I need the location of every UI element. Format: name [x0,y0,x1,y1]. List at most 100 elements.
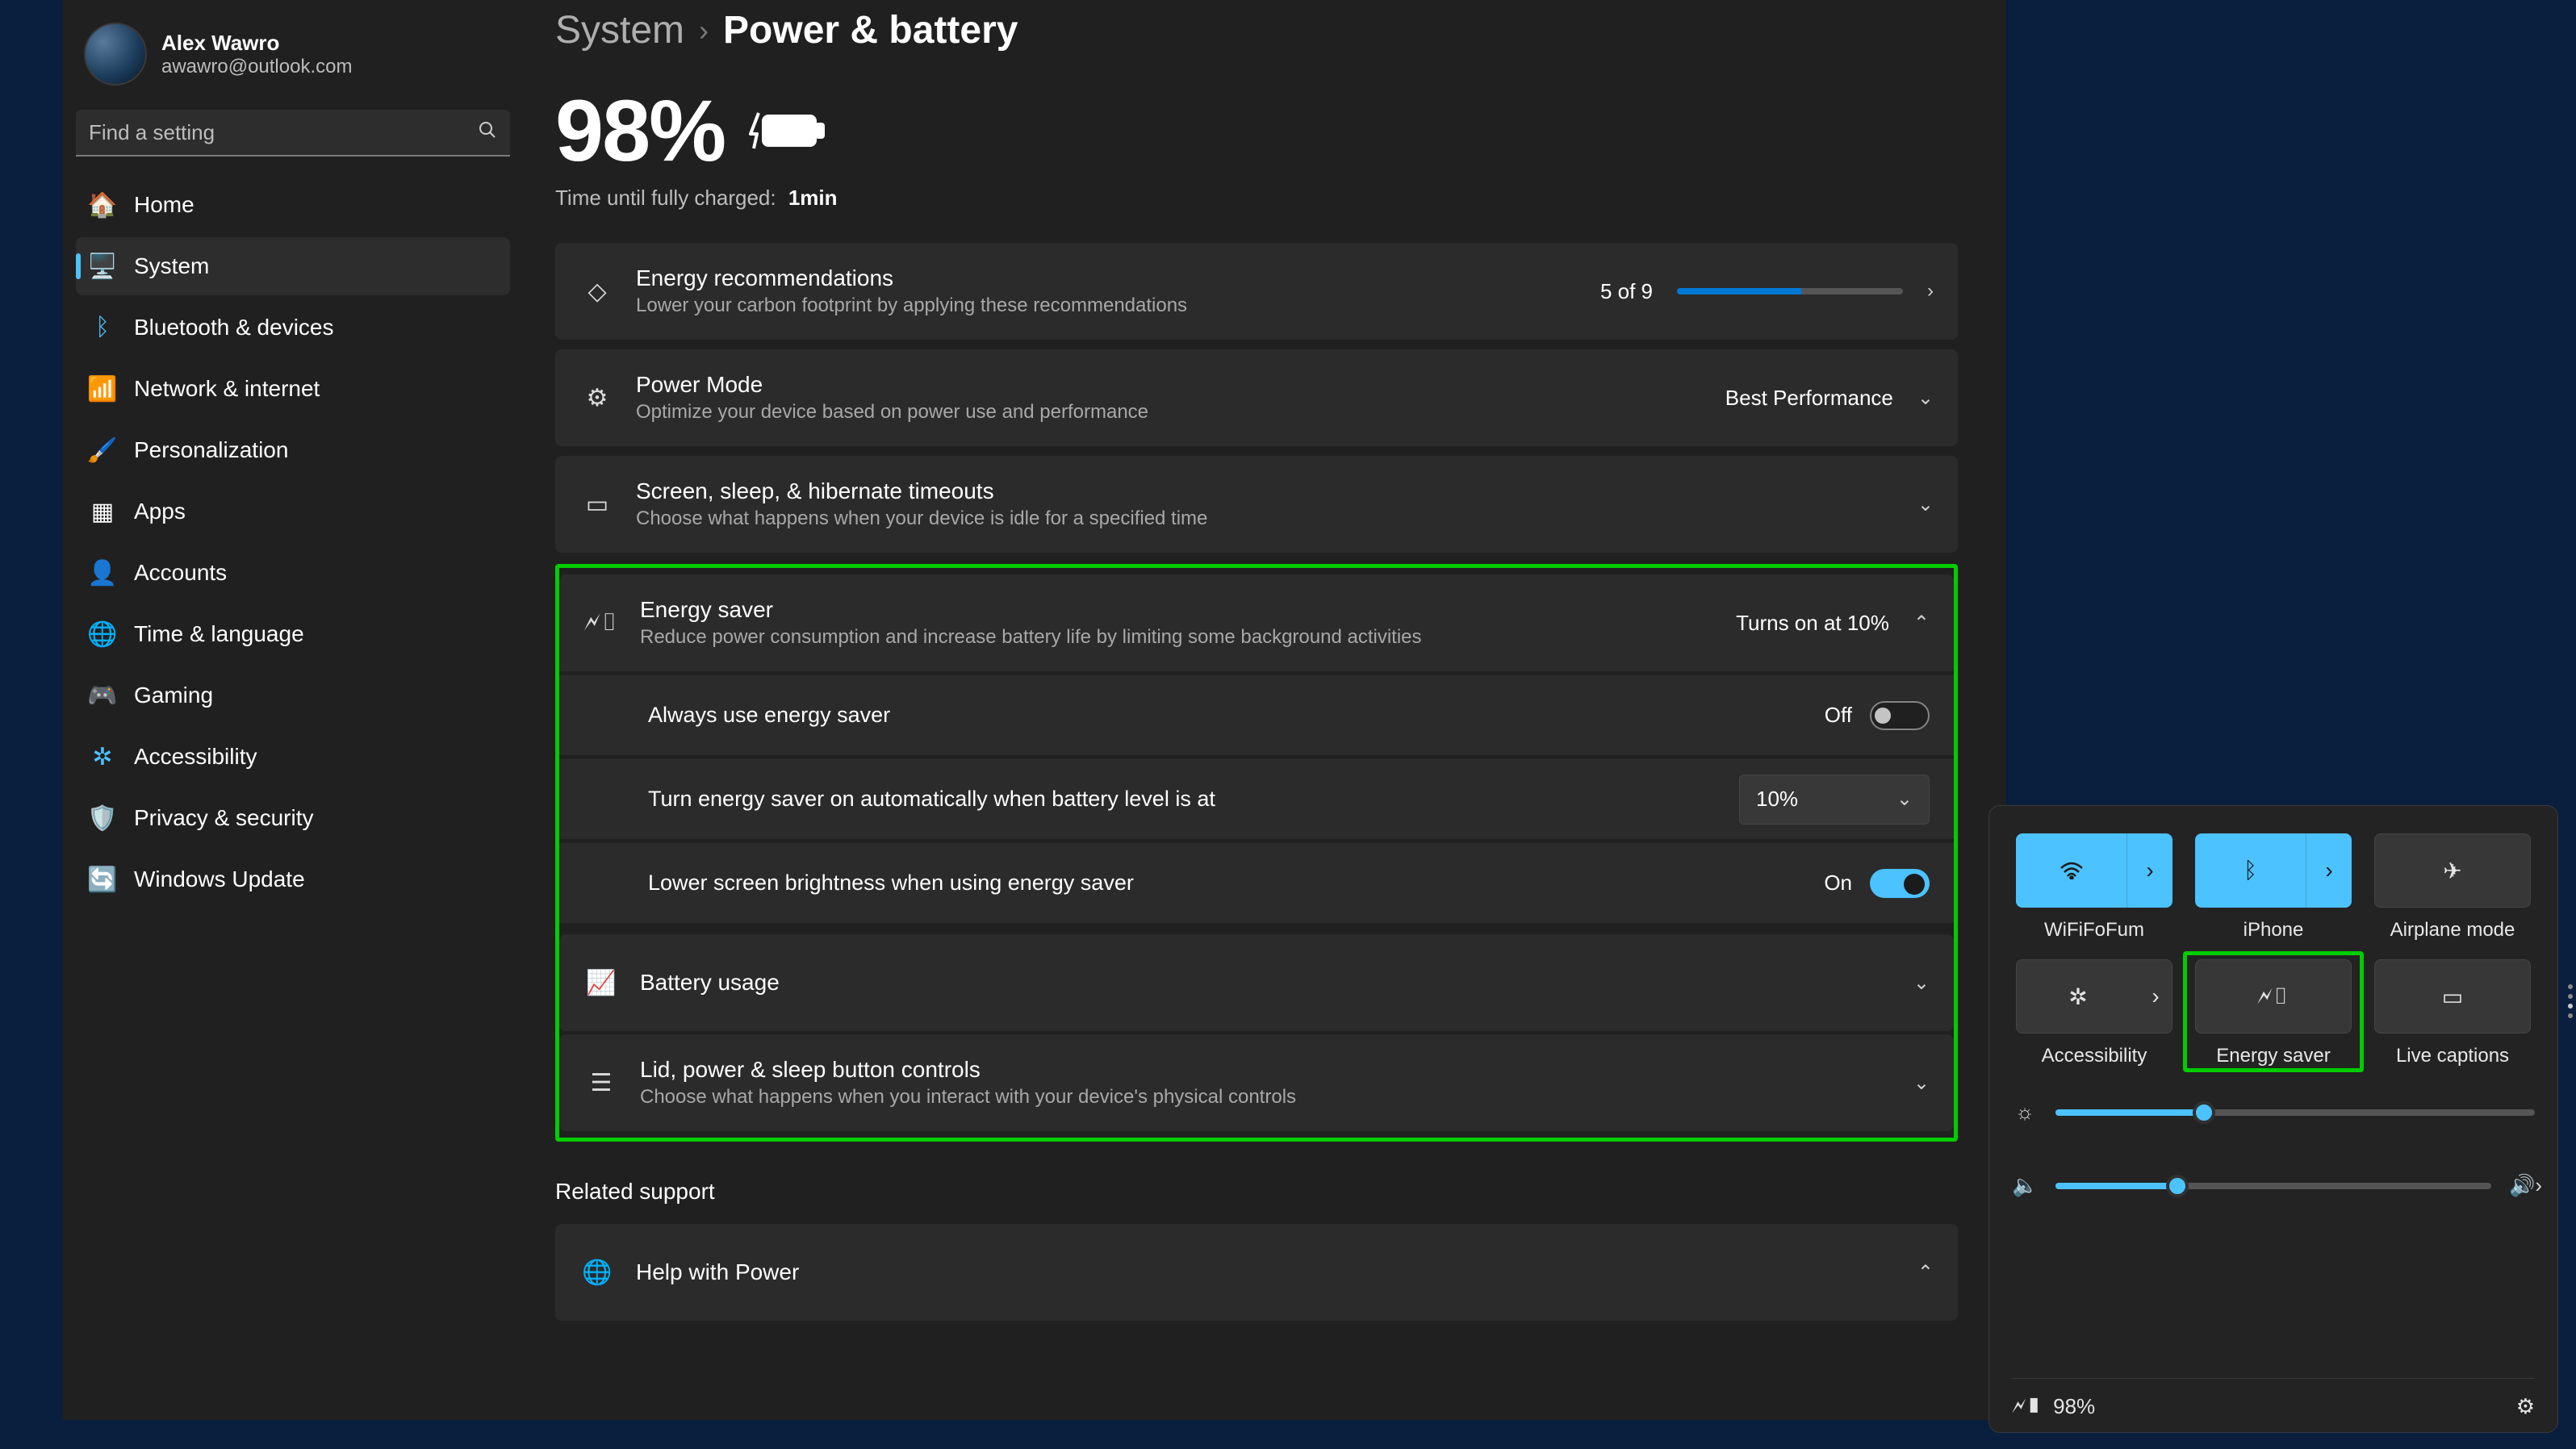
tile-wrap-airplane: ✈ Airplane mode [2370,833,2535,942]
toggle-always-energy-saver[interactable] [1870,701,1930,730]
chevron-up-icon[interactable]: ⌃ [1913,612,1930,635]
nav-network[interactable]: 📶Network & internet [76,360,510,418]
battery-status[interactable]: 🗲▮ 98% [2012,1393,2095,1419]
quick-tile-captions[interactable]: ▭ [2374,959,2531,1034]
airplane-icon: ✈ [2443,858,2461,884]
user-email: awawro@outlook.com [161,56,352,78]
nav-label: Privacy & security [134,805,314,831]
quick-tile-bluetooth[interactable]: ᛒ› [2195,833,2352,908]
tile-wrap-wifi: › WiFiFoFum [2012,833,2177,942]
card-title: Lid, power & sleep button controls [640,1057,1892,1083]
user-block[interactable]: Alex Wawro awawro@outlook.com [76,16,510,105]
battery-percent: 98% [2053,1394,2095,1419]
card-power-mode[interactable]: ⚙ Power Mode Optimize your device based … [555,349,1958,446]
card-energy-recommendations[interactable]: ◇ Energy recommendations Lower your carb… [555,243,1958,340]
power-mode-icon: ⚙ [579,384,615,412]
breadcrumb-root[interactable]: System [555,8,684,52]
wifi-icon [2016,833,2127,908]
tile-label: Accessibility [2042,1045,2147,1067]
breadcrumb: System › Power & battery [555,8,1958,52]
quick-tile-accessibility[interactable]: ✲› [2016,959,2172,1034]
nav-label: Gaming [134,683,213,708]
nav-system[interactable]: 🖥️System [76,237,510,295]
nav-label: Windows Update [134,866,305,892]
card-lid-controls[interactable]: ☰ Lid, power & sleep button controls Cho… [559,1034,1954,1131]
nav-label: System [134,253,209,279]
nav-accessibility[interactable]: ✲Accessibility [76,728,510,786]
apps-icon: ▦ [89,498,116,526]
card-title: Help with Power [636,1259,1896,1285]
time-label: Time until fully charged: [555,186,776,210]
chevron-up-icon[interactable]: ⌃ [1917,1261,1934,1284]
leaf-battery-icon: 🗲▯ [583,609,619,637]
brush-icon: 🖌️ [89,436,116,465]
related-support-heading: Related support [555,1179,1958,1205]
highlighted-section: 🗲▯ Energy saver Reduce power consumption… [555,564,1958,1142]
nav-label: Home [134,192,194,218]
tile-label: Airplane mode [2390,919,2515,942]
chevron-right-icon[interactable]: › [2139,960,2172,1033]
nav-home[interactable]: 🏠Home [76,176,510,234]
nav: 🏠Home 🖥️System ᛒBluetooth & devices 📶Net… [76,176,510,908]
toggle-label: On [1824,871,1852,896]
volume-slider[interactable] [2055,1183,2491,1189]
chevron-down-icon[interactable]: ⌄ [1913,1071,1930,1095]
quick-tile-wifi[interactable]: › [2016,833,2172,908]
tile-wrap-accessibility: ✲› Accessibility [2012,959,2177,1067]
battery-charging-icon [747,106,828,155]
sliders-icon: ☰ [583,1069,619,1097]
dropdown-value: 10% [1756,787,1798,812]
card-title: Energy recommendations [636,265,1579,291]
row-label: Turn energy saver on automatically when … [648,787,1723,812]
progress-bar [1677,288,1903,294]
card-title: Power Mode [636,372,1704,398]
search-box[interactable] [76,110,510,157]
chevron-right-icon[interactable]: › [2306,833,2352,908]
search-icon[interactable] [478,120,497,145]
search-input[interactable] [89,120,478,145]
time-value: 1min [788,186,838,210]
nav-label: Time & language [134,621,304,647]
card-help-with-power[interactable]: 🌐 Help with Power ⌃ [555,1224,1958,1321]
brightness-icon: ☼ [2012,1100,2038,1125]
chevron-down-icon[interactable]: ⌄ [1917,493,1934,516]
clock-icon: 🌐 [89,620,116,649]
card-battery-usage[interactable]: 📈 Battery usage ⌄ [559,934,1954,1031]
energy-saver-status: Turns on at 10% [1736,611,1889,636]
monitor-icon: ▭ [579,491,615,519]
card-timeouts[interactable]: ▭ Screen, sleep, & hibernate timeouts Ch… [555,456,1958,553]
globe-icon: 🌐 [579,1259,615,1287]
nav-personalization[interactable]: 🖌️Personalization [76,421,510,479]
tile-label: Live captions [2396,1045,2509,1067]
nav-bluetooth[interactable]: ᛒBluetooth & devices [76,299,510,357]
chevron-down-icon[interactable]: ⌄ [1917,386,1934,410]
captions-icon: ▭ [2442,983,2463,1010]
gear-icon[interactable]: ⚙ [2516,1394,2535,1419]
nav-accounts[interactable]: 👤Accounts [76,544,510,602]
nav-time[interactable]: 🌐 Time & language [76,605,510,663]
audio-output-icon[interactable]: 🔊› [2509,1173,2535,1198]
recommendation-count: 5 of 9 [1600,279,1653,304]
dropdown-auto-threshold[interactable]: 10% ⌄ [1739,775,1930,825]
nav-update[interactable]: 🔄Windows Update [76,850,510,908]
quick-tile-energy-saver[interactable]: 🗲▯ [2195,959,2352,1034]
toggle-lower-brightness[interactable] [1870,869,1930,898]
brightness-slider[interactable] [2055,1109,2535,1116]
bluetooth-icon: ᛒ [2195,833,2306,908]
leaf-icon: ◇ [579,278,615,306]
quick-footer: 🗲▮ 98% ⚙ [2012,1378,2535,1419]
card-subtitle: Reduce power consumption and increase ba… [640,626,1715,649]
nav-privacy[interactable]: 🛡️Privacy & security [76,789,510,847]
chevron-down-icon[interactable]: ⌄ [1913,971,1930,995]
card-energy-saver[interactable]: 🗲▯ Energy saver Reduce power consumption… [559,574,1954,671]
card-subtitle: Optimize your device based on power use … [636,401,1704,424]
chevron-right-icon: › [1927,280,1934,303]
chevron-right-icon[interactable]: › [2127,833,2172,908]
nav-label: Network & internet [134,376,320,402]
accessibility-icon: ✲ [89,743,116,771]
nav-gaming[interactable]: 🎮Gaming [76,666,510,724]
tile-wrap-captions: ▭ Live captions [2370,959,2535,1067]
nav-apps[interactable]: ▦Apps [76,482,510,541]
bluetooth-icon: ᛒ [89,314,116,341]
quick-tile-airplane[interactable]: ✈ [2374,833,2531,908]
